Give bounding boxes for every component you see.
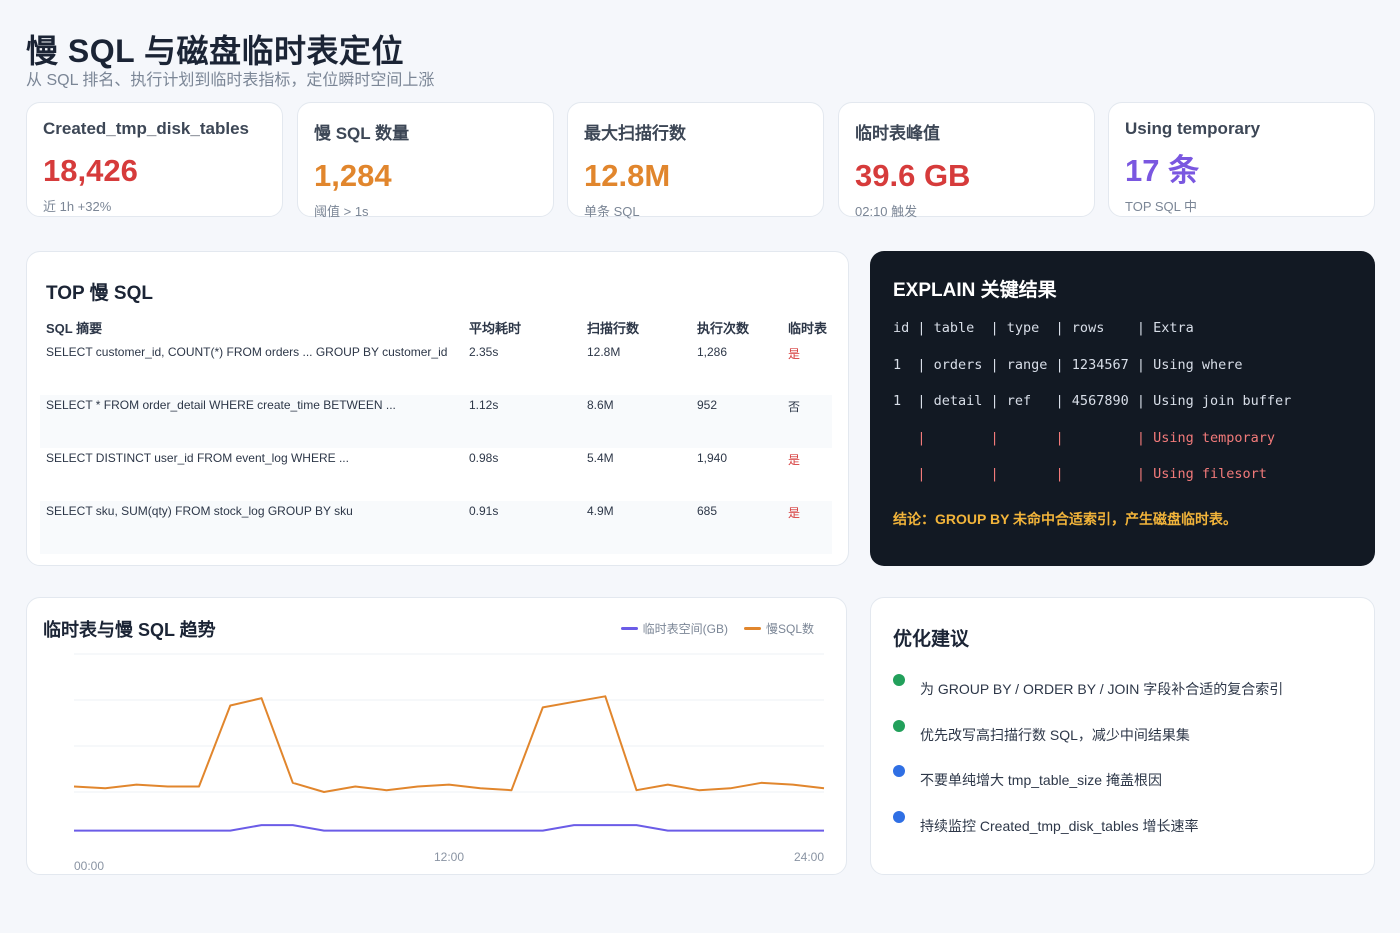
column-header[interactable]: 执行次数: [697, 318, 788, 337]
advice-text: 持续监控 Created_tmp_disk_tables 增长速率: [920, 817, 1199, 834]
avg-time-cell: 0.98s: [469, 451, 499, 465]
kpi-label: Created_tmp_disk_tables: [43, 119, 249, 138]
trend-chart: 00:00 12:00 24:00: [73, 653, 825, 873]
kpi-value: 39.6 GB: [855, 158, 971, 193]
kpi-label: 临时表峰值: [855, 124, 940, 143]
kpi-card-tmp-disk-tables: Created_tmp_disk_tables 18,426 近 1h +32%: [26, 102, 283, 217]
blue-dot-icon: [893, 765, 905, 777]
trend-chart-panel: 临时表与慢 SQL 趋势 临时表空间(GB) 慢SQL数 00:00 12:00 2…: [26, 597, 847, 875]
table-row[interactable]: SELECT customer_id, COUNT(*) FROM orders…: [40, 342, 832, 395]
blue-dot-icon: [893, 810, 905, 823]
kpi-note: 单条 SQL: [584, 204, 640, 219]
kpi-card-using-temporary: Using temporary 17 条 TOP SQL 中: [1108, 102, 1375, 217]
exec-count-cell: 952: [697, 398, 718, 412]
explain-line: id | table | type | rows | Extra: [893, 320, 1194, 336]
avg-time-cell: 2.35s: [469, 345, 499, 359]
exec-count-cell: 685: [697, 504, 718, 518]
tmp-table-cell: 是: [788, 347, 801, 361]
kpi-value: 17 条: [1125, 153, 1200, 188]
tmp-table-cell: 是: [788, 453, 801, 467]
panel-title: 优化建议: [893, 629, 970, 650]
kpi-note: 阈值 > 1s: [314, 204, 369, 219]
explain-line: 1 | orders | range | 1234567 | Using whe…: [893, 356, 1243, 373]
list-item: 优先改写高扫描行数 SQL，减少中间结果集: [893, 715, 1374, 761]
column-header[interactable]: 平均耗时: [469, 318, 587, 337]
table-header-row: SQL 摘要 平均耗时 扫描行数 执行次数 临时表: [40, 312, 832, 342]
scan-rows-cell: 8.6M: [587, 398, 614, 412]
avg-time-cell: 1.12s: [469, 398, 499, 412]
explain-line: 1 | detail | ref | 4567890 | Using join …: [893, 393, 1292, 409]
series-line-tmp-space: [74, 824, 824, 832]
kpi-card-slow-sql-count: 慢 SQL 数量 1,284 阈值 > 1s: [297, 102, 554, 219]
column-header[interactable]: SQL 摘要: [40, 318, 469, 337]
table-row[interactable]: SELECT * FROM order_detail WHERE create_…: [40, 395, 832, 448]
slow-sql-table: SQL 摘要 平均耗时 扫描行数 执行次数 临时表 SELECT custome…: [40, 312, 832, 554]
kpi-note: 近 1h +32%: [43, 199, 112, 214]
kpi-note: 02:10 触发: [855, 204, 918, 219]
sql-cell: SELECT sku, SUM(qty) FROM stock_log GROU…: [46, 504, 353, 518]
kpi-value: 1,284: [314, 158, 392, 193]
table-row[interactable]: SELECT sku, SUM(qty) FROM stock_log GROU…: [40, 501, 832, 554]
tmp-table-cell: 否: [788, 400, 801, 414]
explain-output: id | table | type | rows | Extra 1 | ord…: [893, 320, 1375, 503]
green-dot-icon: [893, 719, 905, 732]
kpi-note: TOP SQL 中: [1125, 199, 1198, 214]
advice-list: 为 GROUP BY / ORDER BY / JOIN 字段补合适的复合索引 …: [893, 669, 1374, 851]
sql-cell: SELECT DISTINCT user_id FROM event_log W…: [46, 451, 349, 465]
explain-conclusion: 结论：GROUP BY 未命中合适索引，产生磁盘临时表。: [893, 510, 1238, 527]
explain-line-highlight: | | | | Using filesort: [893, 466, 1267, 482]
sql-cell: SELECT * FROM order_detail WHERE create_…: [46, 398, 396, 412]
avg-time-cell: 0.91s: [469, 504, 499, 518]
green-dot-icon: [893, 674, 905, 686]
explain-line-highlight: | | | | Using temporary: [893, 429, 1276, 446]
page-subtitle: 从 SQL 排名、执行计划到临时表指标，定位瞬时空间上涨: [26, 72, 435, 89]
kpi-label: Using temporary: [1125, 119, 1261, 138]
kpi-value: 18,426: [43, 153, 138, 188]
kpi-card-tmp-table-peak: 临时表峰值 39.6 GB 02:10 触发: [838, 102, 1095, 219]
kpi-label: 最大扫描行数: [584, 124, 686, 143]
series-line-slow-sql: [73, 695, 825, 793]
column-header[interactable]: 临时表: [788, 318, 832, 337]
scan-rows-cell: 5.4M: [587, 451, 614, 465]
list-item: 不要单纯增大 tmp_table_size 掩盖根因: [893, 760, 1374, 806]
exec-count-cell: 1,940: [697, 451, 728, 465]
kpi-value: 12.8M: [584, 158, 671, 193]
sql-cell: SELECT customer_id, COUNT(*) FROM orders…: [46, 345, 448, 359]
scan-rows-cell: 12.8M: [587, 345, 621, 359]
advice-text: 不要单纯增大 tmp_table_size 掩盖根因: [920, 772, 1162, 788]
x-tick-label: 12:00: [434, 850, 464, 864]
list-item: 持续监控 Created_tmp_disk_tables 增长速率: [893, 806, 1374, 852]
x-tick-label: 00:00: [74, 859, 104, 873]
kpi-label: 慢 SQL 数量: [314, 124, 410, 143]
column-header[interactable]: 扫描行数: [587, 318, 697, 337]
scan-rows-cell: 4.9M: [587, 504, 614, 518]
advice-panel: 优化建议 为 GROUP BY / ORDER BY / JOIN 字段补合适的…: [870, 597, 1375, 875]
list-item: 为 GROUP BY / ORDER BY / JOIN 字段补合适的复合索引: [893, 669, 1374, 715]
top-slow-sql-panel: TOP 慢 SQL SQL 摘要 平均耗时 扫描行数 执行次数 临时表 SELE…: [26, 251, 849, 566]
panel-title: EXPLAIN 关键结果: [893, 280, 1057, 301]
advice-text: 为 GROUP BY / ORDER BY / JOIN 字段补合适的复合索引: [920, 681, 1284, 697]
exec-count-cell: 1,286: [697, 345, 728, 359]
advice-text: 优先改写高扫描行数 SQL，减少中间结果集: [920, 726, 1190, 743]
explain-panel: EXPLAIN 关键结果 id | table | type | rows | …: [870, 251, 1375, 566]
table-row[interactable]: SELECT DISTINCT user_id FROM event_log W…: [40, 448, 832, 501]
kpi-card-max-scan-rows: 最大扫描行数 12.8M 单条 SQL: [567, 102, 824, 219]
tmp-table-cell: 是: [788, 506, 801, 520]
panel-title: TOP 慢 SQL: [46, 283, 153, 304]
x-tick-label: 24:00: [794, 850, 824, 864]
